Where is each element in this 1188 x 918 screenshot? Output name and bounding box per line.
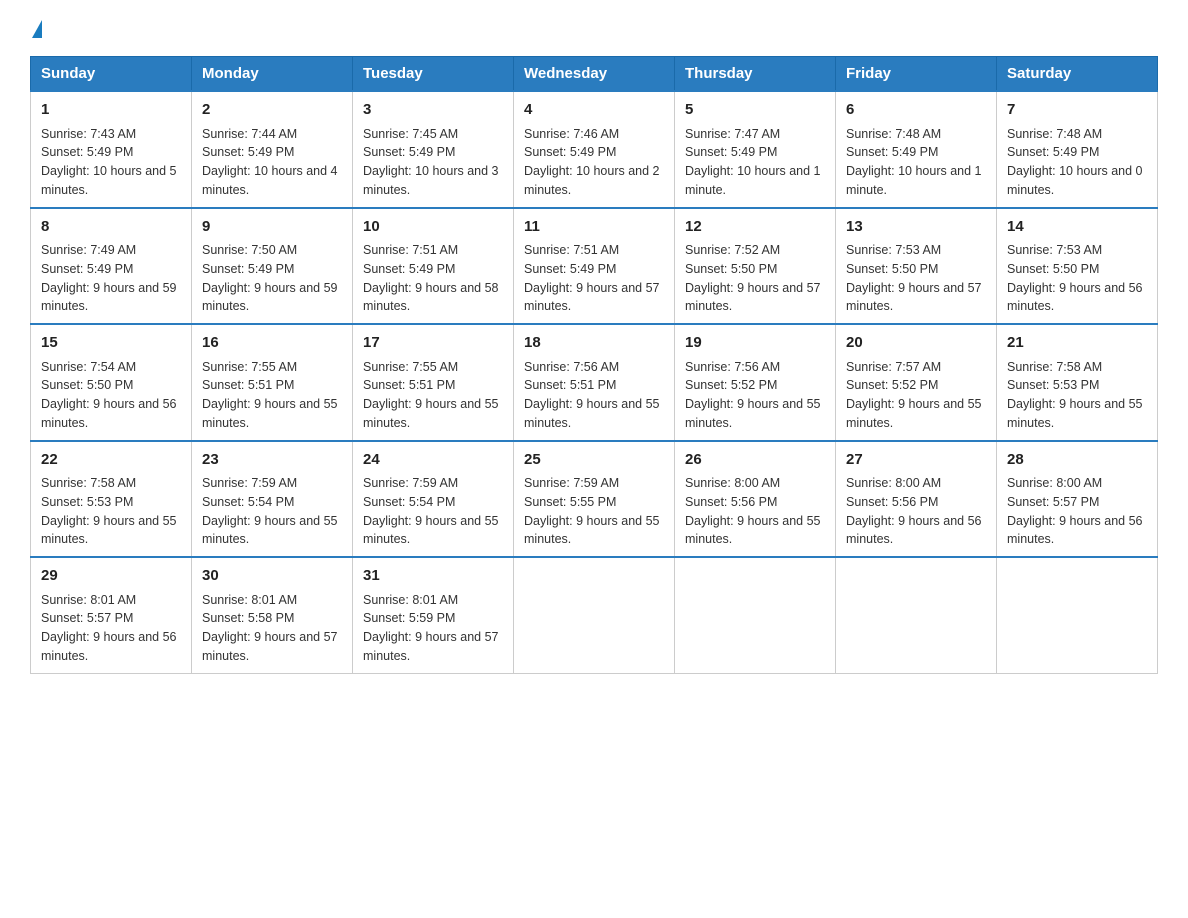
empty-cell — [675, 557, 836, 673]
calendar-week-5: 29Sunrise: 8:01 AMSunset: 5:57 PMDayligh… — [31, 557, 1158, 673]
calendar-day-16: 16Sunrise: 7:55 AMSunset: 5:51 PMDayligh… — [192, 324, 353, 441]
day-number: 1 — [41, 99, 181, 122]
day-header-tuesday: Tuesday — [353, 57, 514, 92]
day-number: 30 — [202, 565, 342, 588]
day-header-saturday: Saturday — [997, 57, 1158, 92]
day-number: 21 — [1007, 332, 1147, 355]
calendar-day-12: 12Sunrise: 7:52 AMSunset: 5:50 PMDayligh… — [675, 208, 836, 325]
calendar-day-6: 6Sunrise: 7:48 AMSunset: 5:49 PMDaylight… — [836, 91, 997, 208]
calendar-day-26: 26Sunrise: 8:00 AMSunset: 5:56 PMDayligh… — [675, 441, 836, 558]
calendar-body: 1Sunrise: 7:43 AMSunset: 5:49 PMDaylight… — [31, 91, 1158, 673]
calendar-day-19: 19Sunrise: 7:56 AMSunset: 5:52 PMDayligh… — [675, 324, 836, 441]
day-number: 5 — [685, 99, 825, 122]
empty-cell — [514, 557, 675, 673]
calendar-day-15: 15Sunrise: 7:54 AMSunset: 5:50 PMDayligh… — [31, 324, 192, 441]
day-number: 12 — [685, 216, 825, 239]
day-header-friday: Friday — [836, 57, 997, 92]
calendar-day-5: 5Sunrise: 7:47 AMSunset: 5:49 PMDaylight… — [675, 91, 836, 208]
day-header-thursday: Thursday — [675, 57, 836, 92]
day-number: 4 — [524, 99, 664, 122]
calendar-table: SundayMondayTuesdayWednesdayThursdayFrid… — [30, 56, 1158, 674]
calendar-day-13: 13Sunrise: 7:53 AMSunset: 5:50 PMDayligh… — [836, 208, 997, 325]
day-header-wednesday: Wednesday — [514, 57, 675, 92]
calendar-day-20: 20Sunrise: 7:57 AMSunset: 5:52 PMDayligh… — [836, 324, 997, 441]
calendar-week-1: 1Sunrise: 7:43 AMSunset: 5:49 PMDaylight… — [31, 91, 1158, 208]
logo — [30, 20, 44, 38]
day-number: 7 — [1007, 99, 1147, 122]
day-number: 15 — [41, 332, 181, 355]
day-number: 13 — [846, 216, 986, 239]
calendar-header: SundayMondayTuesdayWednesdayThursdayFrid… — [31, 57, 1158, 92]
calendar-day-18: 18Sunrise: 7:56 AMSunset: 5:51 PMDayligh… — [514, 324, 675, 441]
day-number: 24 — [363, 449, 503, 472]
empty-cell — [997, 557, 1158, 673]
day-number: 9 — [202, 216, 342, 239]
calendar-day-30: 30Sunrise: 8:01 AMSunset: 5:58 PMDayligh… — [192, 557, 353, 673]
calendar-day-23: 23Sunrise: 7:59 AMSunset: 5:54 PMDayligh… — [192, 441, 353, 558]
day-number: 28 — [1007, 449, 1147, 472]
day-number: 18 — [524, 332, 664, 355]
calendar-week-4: 22Sunrise: 7:58 AMSunset: 5:53 PMDayligh… — [31, 441, 1158, 558]
calendar-day-11: 11Sunrise: 7:51 AMSunset: 5:49 PMDayligh… — [514, 208, 675, 325]
day-number: 27 — [846, 449, 986, 472]
calendar-day-9: 9Sunrise: 7:50 AMSunset: 5:49 PMDaylight… — [192, 208, 353, 325]
empty-cell — [836, 557, 997, 673]
day-number: 22 — [41, 449, 181, 472]
day-number: 8 — [41, 216, 181, 239]
calendar-day-29: 29Sunrise: 8:01 AMSunset: 5:57 PMDayligh… — [31, 557, 192, 673]
calendar-day-8: 8Sunrise: 7:49 AMSunset: 5:49 PMDaylight… — [31, 208, 192, 325]
calendar-week-3: 15Sunrise: 7:54 AMSunset: 5:50 PMDayligh… — [31, 324, 1158, 441]
day-number: 17 — [363, 332, 503, 355]
day-number: 2 — [202, 99, 342, 122]
day-number: 25 — [524, 449, 664, 472]
logo-triangle-icon — [32, 20, 42, 38]
calendar-day-2: 2Sunrise: 7:44 AMSunset: 5:49 PMDaylight… — [192, 91, 353, 208]
calendar-day-3: 3Sunrise: 7:45 AMSunset: 5:49 PMDaylight… — [353, 91, 514, 208]
day-number: 31 — [363, 565, 503, 588]
calendar-day-1: 1Sunrise: 7:43 AMSunset: 5:49 PMDaylight… — [31, 91, 192, 208]
calendar-day-27: 27Sunrise: 8:00 AMSunset: 5:56 PMDayligh… — [836, 441, 997, 558]
page-header — [30, 20, 1158, 38]
day-header-monday: Monday — [192, 57, 353, 92]
calendar-day-21: 21Sunrise: 7:58 AMSunset: 5:53 PMDayligh… — [997, 324, 1158, 441]
calendar-day-10: 10Sunrise: 7:51 AMSunset: 5:49 PMDayligh… — [353, 208, 514, 325]
calendar-day-22: 22Sunrise: 7:58 AMSunset: 5:53 PMDayligh… — [31, 441, 192, 558]
day-number: 10 — [363, 216, 503, 239]
calendar-day-24: 24Sunrise: 7:59 AMSunset: 5:54 PMDayligh… — [353, 441, 514, 558]
calendar-day-4: 4Sunrise: 7:46 AMSunset: 5:49 PMDaylight… — [514, 91, 675, 208]
day-number: 20 — [846, 332, 986, 355]
day-number: 16 — [202, 332, 342, 355]
calendar-day-17: 17Sunrise: 7:55 AMSunset: 5:51 PMDayligh… — [353, 324, 514, 441]
day-number: 26 — [685, 449, 825, 472]
calendar-day-28: 28Sunrise: 8:00 AMSunset: 5:57 PMDayligh… — [997, 441, 1158, 558]
day-number: 29 — [41, 565, 181, 588]
day-number: 3 — [363, 99, 503, 122]
calendar-week-2: 8Sunrise: 7:49 AMSunset: 5:49 PMDaylight… — [31, 208, 1158, 325]
calendar-day-25: 25Sunrise: 7:59 AMSunset: 5:55 PMDayligh… — [514, 441, 675, 558]
day-number: 14 — [1007, 216, 1147, 239]
day-number: 19 — [685, 332, 825, 355]
calendar-day-7: 7Sunrise: 7:48 AMSunset: 5:49 PMDaylight… — [997, 91, 1158, 208]
day-number: 11 — [524, 216, 664, 239]
header-row: SundayMondayTuesdayWednesdayThursdayFrid… — [31, 57, 1158, 92]
day-number: 6 — [846, 99, 986, 122]
day-header-sunday: Sunday — [31, 57, 192, 92]
day-number: 23 — [202, 449, 342, 472]
calendar-day-14: 14Sunrise: 7:53 AMSunset: 5:50 PMDayligh… — [997, 208, 1158, 325]
calendar-day-31: 31Sunrise: 8:01 AMSunset: 5:59 PMDayligh… — [353, 557, 514, 673]
